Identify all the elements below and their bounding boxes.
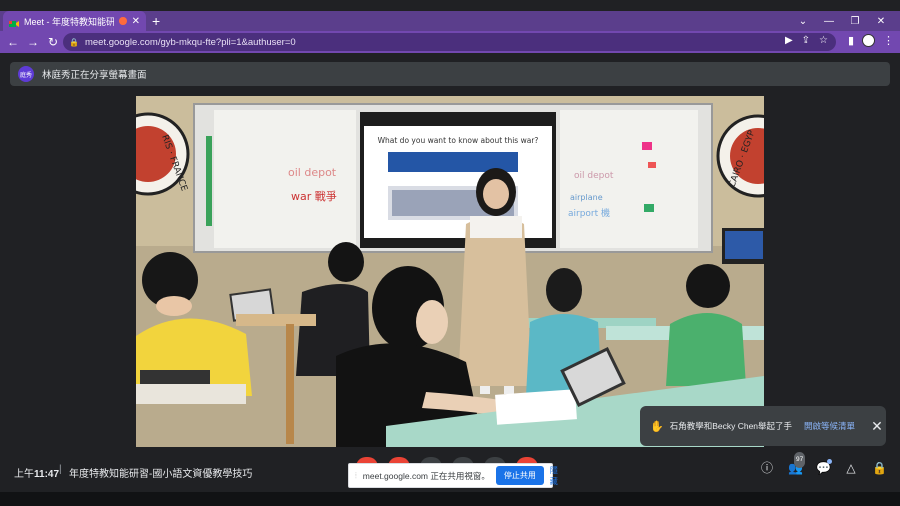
hide-notice-button[interactable]: 隱藏 xyxy=(550,465,558,487)
share-notice-message: meet.google.com 正在共用視窗。 xyxy=(362,470,490,481)
whiteboard-left-word-1: oil depot xyxy=(288,166,337,179)
profile-avatar-icon[interactable] xyxy=(862,34,875,47)
hand-raise-toast: ✋ 石角教學和Becky Chen舉起了手 開啟等候清單 ✕ xyxy=(640,406,886,446)
whiteboard-right-word-3: airport 機 xyxy=(568,207,610,219)
tab-title: Meet - 年度特教知能研習-國 xyxy=(24,16,115,27)
os-taskbar xyxy=(0,492,900,506)
classroom-photo: RIS · FRANCE CAIRO · EGYP oil depot war … xyxy=(136,96,764,447)
forward-icon[interactable]: → xyxy=(23,35,43,49)
raised-hand-icon: ✋ xyxy=(650,420,664,433)
meet-favicon-icon xyxy=(9,16,19,27)
slide-question: What do you want to know about this war? xyxy=(378,136,539,145)
time-prefix: 上午 xyxy=(14,469,34,480)
camera-icon[interactable]: ▶ xyxy=(785,35,793,46)
presenting-banner: 庭秀 林庭秀正在分享螢幕畫面 xyxy=(10,62,890,86)
close-toast-icon[interactable]: ✕ xyxy=(871,418,883,435)
meeting-name: 年度特教知能研習-國小語文資優教學技巧 xyxy=(69,469,253,480)
stop-sharing-button[interactable]: 停止共用 xyxy=(495,466,544,485)
chat-icon[interactable]: 💬 xyxy=(816,459,832,475)
restore-icon[interactable]: ❐ xyxy=(842,16,868,27)
url-text: meet.google.com/gyb-mkqu-fte?pli=1&authu… xyxy=(84,36,296,48)
tab-meet[interactable]: Meet - 年度特教知能研習-國 ✕ xyxy=(3,11,146,31)
bookmark-star-icon[interactable]: ☆ xyxy=(819,35,828,46)
whiteboard-left-word-2: war 戰爭 xyxy=(291,190,337,203)
presenter-avatar: 庭秀 xyxy=(18,66,34,82)
meet-window: Meet - 年度特教知能研習-國 ✕ + ⌄ — ❐ ✕ ← → ↻ 🔒 me… xyxy=(0,0,900,506)
people-icon[interactable]: 👥 97 xyxy=(788,452,806,475)
open-queue-link[interactable]: 開啟等候清單 xyxy=(804,420,855,432)
meeting-clock: 上午11:47 xyxy=(14,465,59,480)
activities-icon[interactable]: △ xyxy=(844,461,858,475)
shared-screen-video: RIS · FRANCE CAIRO · EGYP oil depot war … xyxy=(136,96,764,447)
whiteboard-right-word-2: airplane xyxy=(570,193,603,202)
separator: | xyxy=(59,464,62,475)
people-count-badge: 97 xyxy=(794,452,806,468)
reload-icon[interactable]: ↻ xyxy=(43,35,63,49)
chat-unread-dot xyxy=(827,459,832,464)
new-tab-button[interactable]: + xyxy=(152,12,160,30)
side-panel-icon[interactable]: ▮ xyxy=(848,34,854,47)
presenting-text: 林庭秀正在分享螢幕畫面 xyxy=(42,70,147,81)
info-icon[interactable]: ⓘ xyxy=(760,461,774,475)
address-bar[interactable]: 🔒 meet.google.com/gyb-mkqu-fte?pli=1&aut… xyxy=(63,33,836,51)
whiteboard-right-word-1: oil depot xyxy=(574,171,614,181)
share-page-icon[interactable]: ⇪ xyxy=(802,35,810,46)
drag-grip-icon[interactable]: ⦙ xyxy=(355,471,357,481)
menu-kebab-icon[interactable]: ⋮ xyxy=(883,34,894,47)
minimize-icon[interactable]: — xyxy=(816,16,842,27)
lock-icon[interactable]: 🔒 xyxy=(69,38,79,47)
screen-share-notice: ⦙ meet.google.com 正在共用視窗。 停止共用 隱藏 xyxy=(348,463,558,488)
time-value: 11:47 xyxy=(34,469,60,480)
meeting-tools: ⓘ 👥 97 💬 △ 🔒 xyxy=(760,452,887,475)
host-controls-icon[interactable]: 🔒 xyxy=(872,461,887,475)
close-tab-icon[interactable]: ✕ xyxy=(132,16,140,27)
recording-indicator-icon xyxy=(119,17,127,25)
back-icon[interactable]: ← xyxy=(3,35,23,49)
window-controls: ⌄ — ❐ ✕ xyxy=(790,11,894,31)
toast-message: 石角教學和Becky Chen舉起了手 xyxy=(669,421,793,431)
tab-strip: Meet - 年度特教知能研習-國 ✕ + ⌄ — ❐ ✕ xyxy=(0,11,900,31)
tab-search-icon[interactable]: ⌄ xyxy=(790,16,816,27)
browser-toolbar: ← → ↻ 🔒 meet.google.com/gyb-mkqu-fte?pli… xyxy=(0,31,900,53)
close-window-icon[interactable]: ✕ xyxy=(868,16,894,27)
